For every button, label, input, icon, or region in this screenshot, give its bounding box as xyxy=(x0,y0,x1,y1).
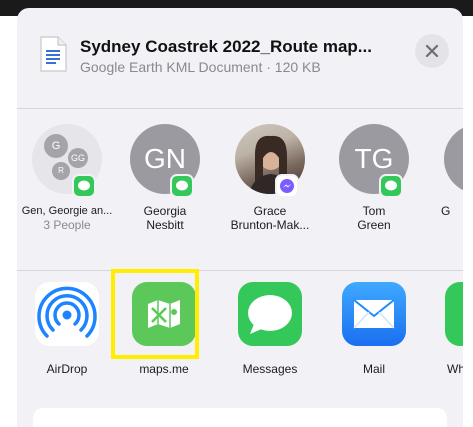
person-name: Georgia Nesbitt xyxy=(143,204,187,232)
screenshot-frame: Sydney Coastrek 2022_Route map... Google… xyxy=(0,0,473,427)
speech-bubble-icon xyxy=(78,180,90,191)
app-whatsapp[interactable]: Wh xyxy=(427,282,463,382)
airdrop-icon xyxy=(35,282,99,346)
file-title: Sydney Coastrek 2022_Route map... xyxy=(80,37,372,56)
app-label: Wh xyxy=(447,362,463,376)
person-name: G xyxy=(441,204,451,218)
messenger-icon xyxy=(280,179,294,193)
person-group[interactable]: G GG R Gen, Georgie an... 3 People xyxy=(17,124,117,264)
person-subtext: 3 People xyxy=(43,218,91,232)
messenger-badge-icon xyxy=(275,174,299,198)
person-tom-green[interactable]: TG Tom Green xyxy=(324,124,424,264)
mini-avatar: GG xyxy=(68,148,88,168)
speech-bubble-icon xyxy=(385,180,397,191)
app-label: maps.me xyxy=(139,362,189,376)
action-card[interactable] xyxy=(33,408,447,427)
app-label: Messages xyxy=(242,362,298,376)
whatsapp-icon xyxy=(445,282,463,346)
apps-row: AirDrop maps.me Messages Mail Wh xyxy=(17,271,463,391)
messages-icon xyxy=(238,282,302,346)
app-mail[interactable]: Mail xyxy=(324,282,424,382)
person-name: Tom Green xyxy=(357,204,391,232)
people-row: G GG R Gen, Georgie an... 3 People GN Ge… xyxy=(17,109,463,270)
close-icon xyxy=(425,44,439,58)
share-sheet: Sydney Coastrek 2022_Route map... Google… xyxy=(17,8,463,427)
mail-icon xyxy=(342,282,406,346)
app-messages[interactable]: Messages xyxy=(220,282,320,382)
highlight-box xyxy=(111,269,199,359)
messages-badge-icon xyxy=(72,174,96,198)
app-airdrop[interactable]: AirDrop xyxy=(17,282,117,382)
speech-bubble-icon xyxy=(176,180,188,191)
app-label: AirDrop xyxy=(46,362,88,376)
share-header: Sydney Coastrek 2022_Route map... Google… xyxy=(17,8,463,108)
messages-badge-icon xyxy=(170,174,194,198)
mini-avatar: G xyxy=(44,134,68,158)
person-name: Grace Brunton-Mak... xyxy=(230,204,310,232)
app-label: Mail xyxy=(362,362,385,376)
person-georgia-nesbitt[interactable]: GN Georgia Nesbitt xyxy=(115,124,215,264)
person-grace[interactable]: Grace Brunton-Mak... xyxy=(220,124,320,264)
avatar xyxy=(444,124,463,194)
messages-badge-icon xyxy=(379,174,403,198)
close-button[interactable] xyxy=(415,34,449,68)
person-partial[interactable]: G xyxy=(429,124,463,264)
file-subtitle: Google Earth KML Document · 120 KB xyxy=(80,59,321,75)
person-name: Gen, Georgie an... xyxy=(21,205,113,217)
document-icon xyxy=(40,36,67,72)
mini-avatar: R xyxy=(52,162,70,180)
